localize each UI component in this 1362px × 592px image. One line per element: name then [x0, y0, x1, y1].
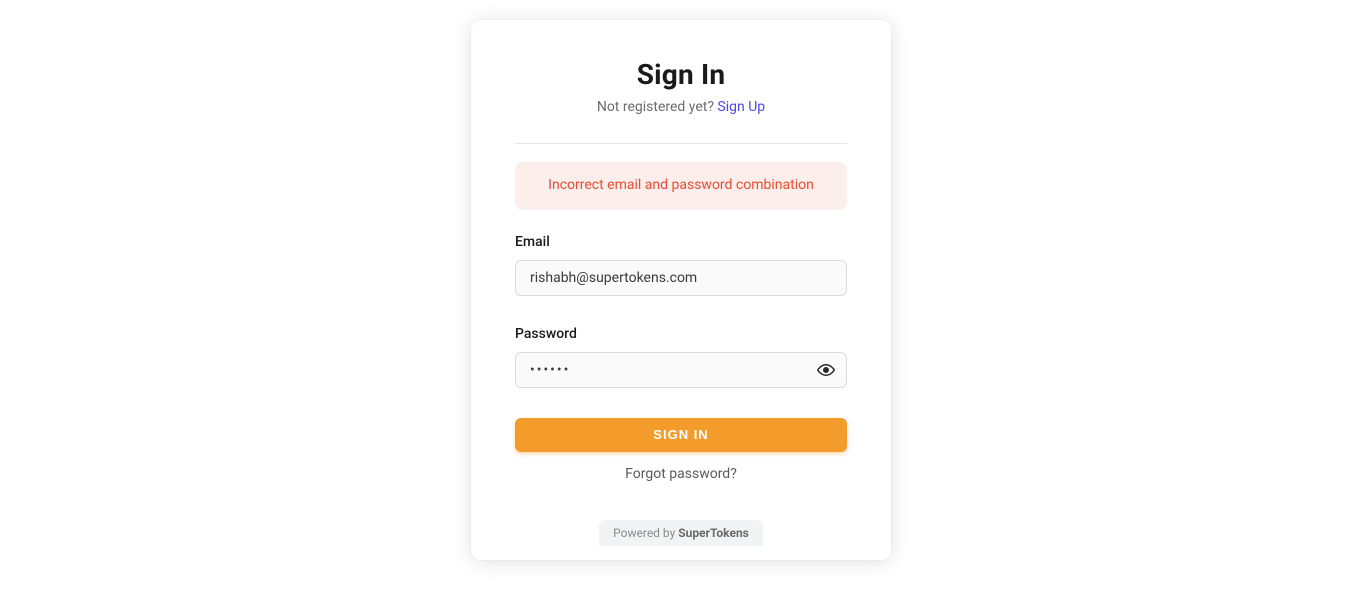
- subtitle-row: Not registered yet? Sign Up: [515, 99, 847, 115]
- page-title: Sign In: [515, 58, 847, 91]
- divider: [515, 143, 847, 144]
- email-input[interactable]: [515, 260, 847, 296]
- powered-by-text: Powered by: [613, 526, 678, 540]
- password-input[interactable]: [515, 352, 847, 388]
- forgot-password-link[interactable]: Forgot password?: [515, 466, 847, 482]
- signin-button[interactable]: SIGN IN: [515, 418, 847, 452]
- signin-card: Sign In Not registered yet? Sign Up Inco…: [471, 20, 891, 560]
- email-label: Email: [515, 234, 847, 250]
- email-field-group: Email: [515, 234, 847, 296]
- email-input-wrap: [515, 260, 847, 296]
- signup-link[interactable]: Sign Up: [717, 99, 765, 115]
- powered-by-badge[interactable]: Powered by SuperTokens: [599, 520, 763, 546]
- not-registered-text: Not registered yet?: [597, 99, 718, 115]
- brand-name: SuperTokens: [678, 526, 749, 540]
- password-input-wrap: [515, 352, 847, 388]
- error-message: Incorrect email and password combination: [515, 162, 847, 210]
- footer-badge: Powered by SuperTokens: [515, 520, 847, 546]
- password-label: Password: [515, 326, 847, 342]
- password-field-group: Password: [515, 326, 847, 388]
- show-password-icon[interactable]: [817, 361, 835, 379]
